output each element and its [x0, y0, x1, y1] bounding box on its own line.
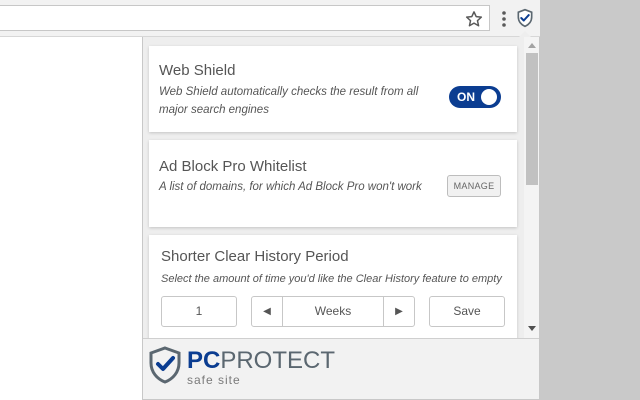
pcprotect-shield-logo-icon [149, 346, 181, 384]
popup-footer: PCPROTECT safe site [143, 338, 539, 399]
manage-whitelist-button[interactable]: MANAGE [447, 175, 501, 197]
web-shield-title: Web Shield [159, 62, 236, 79]
scrollbar-thumb[interactable] [526, 53, 538, 185]
ad-block-description: A list of domains, for which Ad Block Pr… [159, 181, 422, 193]
browser-side-gutter [540, 0, 640, 400]
settings-panel: Web Shield Web Shield automatically chec… [143, 37, 524, 338]
unit-next-button[interactable]: ▶ [383, 297, 414, 326]
unit-prev-button[interactable]: ◀ [252, 297, 283, 326]
clear-history-title: Shorter Clear History Period [161, 248, 349, 265]
ad-block-card: Ad Block Pro Whitelist A list of domains… [149, 140, 517, 227]
clear-history-description: Select the amount of time you'd like the… [161, 273, 502, 285]
popup-scrollbar[interactable] [524, 37, 539, 338]
star-icon[interactable] [465, 10, 483, 28]
brand-tagline: safe site [187, 373, 241, 387]
web-shield-description: Web Shield automatically checks the resu… [159, 86, 419, 116]
kebab-menu-icon[interactable] [500, 10, 508, 28]
brand-protect: PROTECT [220, 347, 336, 374]
web-shield-toggle[interactable]: ON [449, 86, 501, 108]
browser-toolbar [0, 0, 540, 37]
period-unit-stepper: ◀ Weeks ▶ [251, 296, 415, 327]
ad-block-title: Ad Block Pro Whitelist [159, 158, 307, 175]
scroll-down-arrow-icon[interactable] [528, 326, 536, 331]
web-shield-card: Web Shield Web Shield automatically chec… [149, 46, 517, 132]
scroll-up-arrow-icon[interactable] [528, 43, 536, 48]
period-unit-value: Weeks [314, 304, 352, 318]
clear-history-card: Shorter Clear History Period Select the … [149, 235, 517, 338]
brand-logo: PCPROTECT [187, 348, 335, 374]
period-amount-input[interactable]: 1 [161, 296, 237, 327]
shield-check-icon[interactable] [515, 8, 535, 28]
brand-pc: PC [187, 347, 221, 374]
toggle-state-label: ON [457, 90, 475, 104]
extension-popup: Web Shield Web Shield automatically chec… [142, 37, 540, 400]
caret-left-icon: ◀ [263, 306, 271, 317]
toggle-knob [481, 89, 497, 105]
save-button[interactable]: Save [429, 296, 505, 327]
caret-right-icon: ▶ [395, 306, 403, 317]
address-bar[interactable] [0, 5, 490, 31]
